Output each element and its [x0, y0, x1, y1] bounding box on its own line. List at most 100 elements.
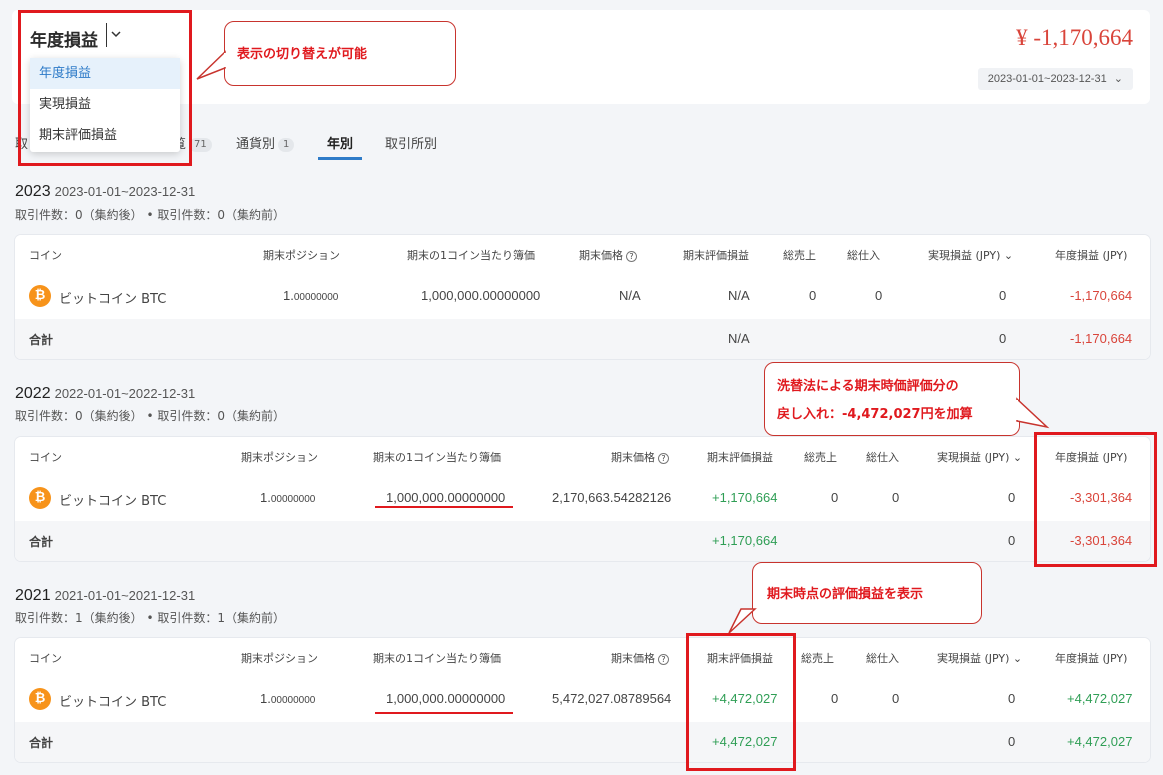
sales-value: 0 [831, 490, 839, 505]
col-position: 期末ポジション [241, 652, 318, 665]
annual-value: -1,170,664 [1070, 288, 1133, 303]
callout-pointer [196, 50, 227, 80]
bitcoin-icon: ₿ [29, 285, 51, 307]
callout-pointer [1015, 397, 1050, 429]
col-book-price: 期末の1コイン当たり簿価 [373, 652, 501, 665]
col-position: 期末ポジション [263, 249, 340, 262]
total-annual-value: +4,472,027 [1067, 734, 1133, 749]
coin-name: ビットコイン BTC [59, 292, 167, 307]
col-coin: コイン [29, 652, 62, 665]
realized-value: 0 [1008, 490, 1016, 505]
sort-chevron-icon: ⌄ [1009, 652, 1023, 665]
bitcoin-icon: ₿ [29, 688, 51, 710]
active-tab-indicator [318, 157, 362, 160]
book-price-value: 1,000,000.00000000 [386, 691, 506, 706]
annotation-switch-text: 表示の切り替えが可能 [237, 47, 368, 62]
year-heading: 2021 2021-01-01~2021-12-31 [15, 587, 196, 604]
tab-by-exchange[interactable]: 取引所別 [385, 133, 437, 152]
position-value: 1.00000000 [260, 490, 316, 505]
tab-by-currency[interactable]: 通貨別 1 [236, 133, 295, 152]
total-label: 合計 [29, 333, 54, 347]
col-book-price: 期末の1コイン当たり簿価 [407, 249, 535, 262]
purchase-value: 0 [892, 691, 900, 706]
table-row[interactable]: ₿ ビットコイン BTC 1.00000000 1,000,000.000000… [15, 475, 1150, 521]
transaction-count: 取引件数：1（集約後） • 取引件数：1（集約前） [15, 611, 285, 625]
total-label: 合計 [29, 535, 54, 549]
total-realized-value: 0 [1008, 734, 1016, 749]
help-icon: ? [658, 453, 669, 464]
annotation-reversal-line2: 戻し入れ：-4,472,027円を加算 [777, 407, 973, 422]
table-total-row: 合計 N/A 0 -1,170,664 [15, 319, 1150, 359]
end-price-value: 2,170,663.54282126 [552, 490, 672, 505]
help-icon: ? [626, 251, 637, 262]
sort-chevron-icon: ⌄ [1009, 451, 1023, 464]
position-value: 1.00000000 [283, 288, 339, 303]
annotation-eval-text: 期末時点の評価損益を表示 [767, 587, 924, 602]
help-icon: ? [658, 654, 669, 665]
sort-chevron-icon: ⌄ [1000, 249, 1014, 262]
col-annual: 年度損益 (JPY) [1055, 249, 1128, 262]
bitcoin-icon: ₿ [29, 487, 51, 509]
eval-column-highlight-box [686, 633, 796, 771]
col-eval: 期末評価損益 [683, 249, 749, 262]
table-header: コイン 期末ポジション 期末の1コイン当たり簿価 期末価格? 期末評価損益 総売… [15, 638, 1150, 676]
total-eval-value: N/A [728, 331, 750, 346]
year-heading: 2023 2023-01-01~2023-12-31 [15, 183, 196, 200]
end-price-value: N/A [619, 288, 641, 303]
year-table-2022: コイン 期末ポジション 期末の1コイン当たり簿価 期末価格? 期末評価損益 総売… [15, 437, 1150, 561]
table-total-row: 合計 +1,170,664 0 -3,301,364 [15, 521, 1150, 561]
selector-highlight-box [18, 10, 192, 166]
book-price-underline [375, 506, 513, 508]
col-coin: コイン [29, 451, 62, 464]
date-range-selector[interactable]: 2023-01-01~2023-12-31 ⌄ [977, 68, 1133, 90]
book-price-value: 1,000,000.00000000 [386, 490, 506, 505]
tab-count-badge: 1 [278, 138, 295, 152]
col-end-price: 期末価格? [611, 449, 669, 465]
table-row[interactable]: ₿ ビットコイン BTC 1.00000000 1,000,000.000000… [15, 273, 1150, 319]
coin-name: ビットコイン BTC [59, 695, 167, 710]
total-realized-value: 0 [1008, 533, 1016, 548]
year-heading: 2022 2022-01-01~2022-12-31 [15, 385, 196, 402]
tab-count-badge: 71 [189, 138, 212, 152]
chevron-down-icon: ⌄ [1113, 73, 1123, 85]
total-eval-value: +1,170,664 [712, 533, 778, 548]
col-purchase: 総仕入 [866, 451, 899, 464]
total-amount: ¥ -1,170,664 [1016, 25, 1133, 50]
book-price-value: 1,000,000.00000000 [421, 288, 541, 303]
total-realized-value: 0 [999, 331, 1007, 346]
eval-value: +1,170,664 [712, 490, 778, 505]
table-header: コイン 期末ポジション 期末の1コイン当たり簿価 期末価格? 期末評価損益 総売… [15, 437, 1150, 475]
col-annual: 年度損益 (JPY) [1055, 652, 1128, 665]
col-eval: 期末評価損益 [707, 451, 773, 464]
realized-value: 0 [1008, 691, 1016, 706]
year-table-2023: コイン 期末ポジション 期末の1コイン当たり簿価 期末価格? 期末評価損益 総売… [15, 235, 1150, 359]
col-realized[interactable]: 実現損益 (JPY) ⌄ [928, 247, 1013, 263]
tab-by-year[interactable]: 年別 [327, 133, 353, 152]
col-purchase: 総仕入 [847, 249, 880, 262]
sales-value: 0 [809, 288, 817, 303]
purchase-value: 0 [892, 490, 900, 505]
table-row[interactable]: ₿ ビットコイン BTC 1.00000000 1,000,000.000000… [15, 676, 1150, 722]
realized-value: 0 [999, 288, 1007, 303]
transaction-count: 取引件数：0（集約後） • 取引件数：0（集約前） [15, 208, 285, 222]
col-realized[interactable]: 実現損益 (JPY) ⌄ [937, 650, 1022, 666]
col-coin: コイン [29, 249, 62, 262]
annual-column-highlight-box [1034, 432, 1157, 567]
col-purchase: 総仕入 [866, 652, 899, 665]
year-table-2021: コイン 期末ポジション 期末の1コイン当たり簿価 期末価格? 期末評価損益 総売… [15, 638, 1150, 762]
col-realized[interactable]: 実現損益 (JPY) ⌄ [937, 449, 1022, 465]
col-end-price: 期末価格? [579, 247, 637, 263]
date-range-text: 2023-01-01~2023-12-31 [987, 73, 1107, 85]
table-header: コイン 期末ポジション 期末の1コイン当たり簿価 期末価格? 期末評価損益 総売… [15, 235, 1150, 273]
end-price-value: 5,472,027.08789564 [552, 691, 672, 706]
col-sales: 総売上 [804, 451, 837, 464]
col-sales: 総売上 [801, 652, 834, 665]
total-label: 合計 [29, 736, 54, 750]
annotation-reversal-line1: 洗替法による期末時価評価分の [777, 379, 959, 394]
table-total-row: 合計 +4,472,027 0 +4,472,027 [15, 722, 1150, 762]
eval-value: N/A [728, 288, 750, 303]
position-value: 1.00000000 [260, 691, 316, 706]
book-price-underline [375, 712, 513, 714]
col-sales: 総売上 [783, 249, 816, 262]
col-book-price: 期末の1コイン当たり簿価 [373, 451, 501, 464]
